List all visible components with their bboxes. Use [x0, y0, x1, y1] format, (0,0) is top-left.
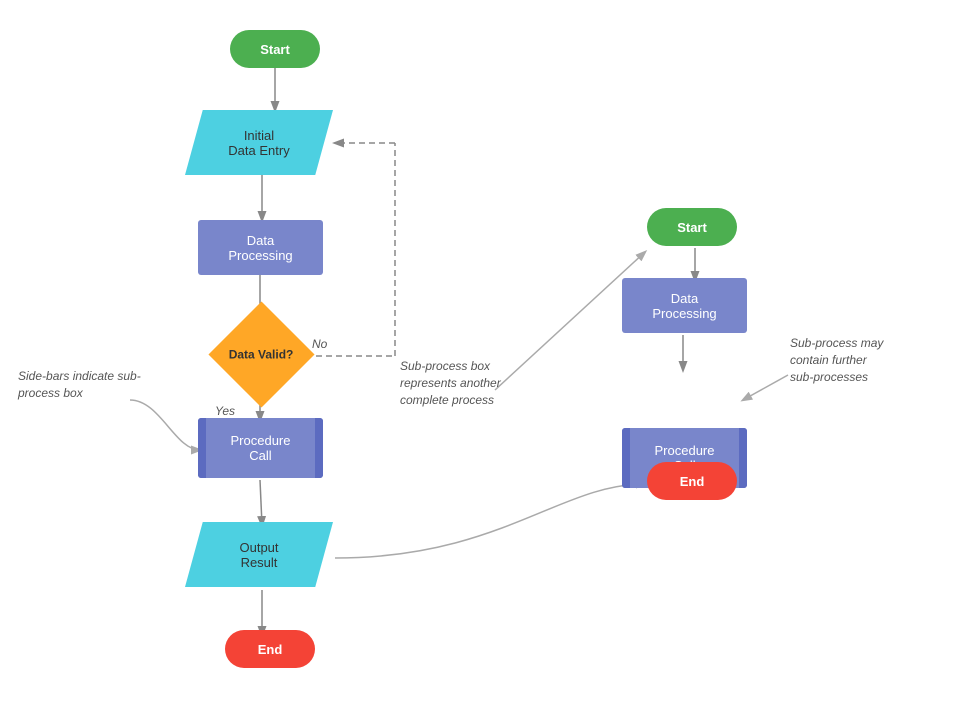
right-end-node: End	[647, 462, 737, 500]
svg-text:No: No	[312, 337, 328, 351]
left-start-node: Start	[230, 30, 320, 68]
right-data-processing-node: DataProcessing	[622, 278, 747, 333]
left-data-processing-node: DataProcessing	[198, 220, 323, 275]
sub-process-may-annotation: Sub-process maycontain furthersub-proces…	[790, 335, 950, 385]
flowchart-diagram: Yes No Start InitialData Entry DataProce…	[0, 0, 968, 718]
sub-process-box-annotation: Sub-process boxrepresents anothercomplet…	[400, 358, 580, 408]
initial-data-entry-node: InitialData Entry	[185, 110, 333, 175]
sidebar-annotation: Side-bars indicate sub-process box	[18, 368, 168, 402]
left-procedure-call-node: ProcedureCall	[198, 418, 323, 478]
output-result-node: OutputResult	[185, 522, 333, 587]
left-end-node: End	[225, 630, 315, 668]
data-valid-node: Data Valid?	[208, 301, 314, 407]
svg-text:Yes: Yes	[215, 404, 235, 418]
right-start-node: Start	[647, 208, 737, 246]
